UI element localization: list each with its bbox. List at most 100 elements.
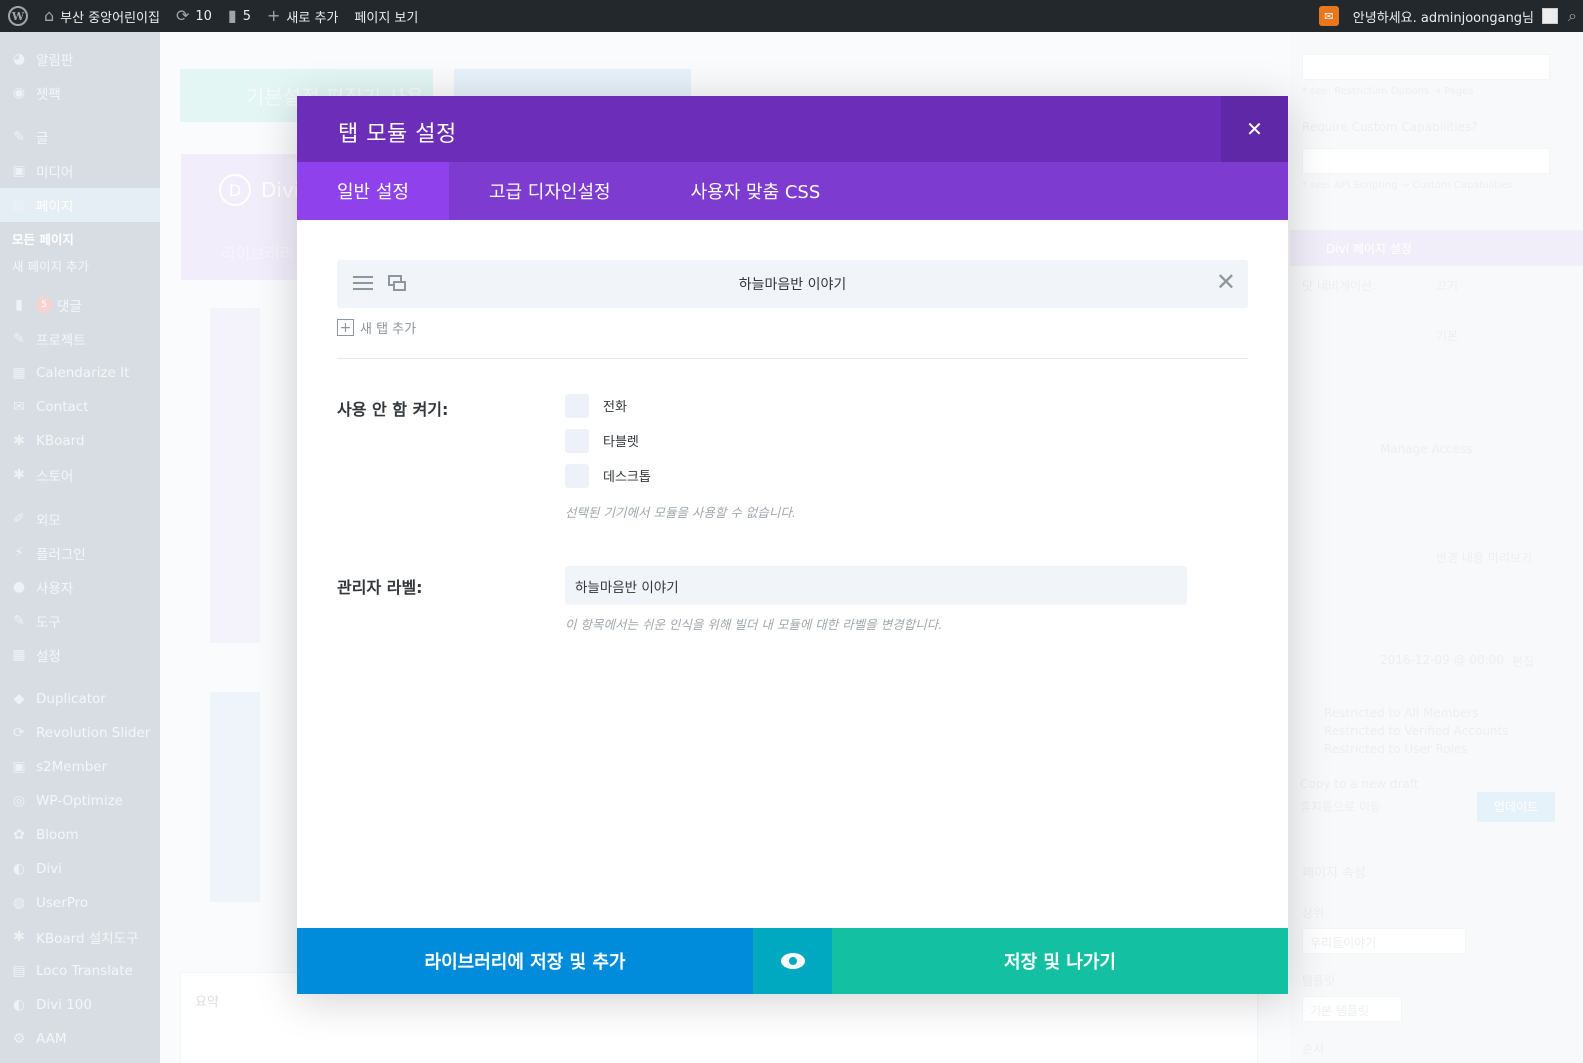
- user-icon: ●: [12, 579, 26, 595]
- brush-icon: ✐: [13, 511, 25, 527]
- sidebar-item-settings[interactable]: ▦ 설정: [0, 638, 160, 672]
- disable-on-options: 전화 타블렛 데스크톱: [565, 388, 651, 493]
- sidebar-item-calendarize[interactable]: ▦ Calendarize It: [0, 356, 160, 390]
- userpro-icon: ◍: [12, 895, 26, 911]
- tablet-checkbox[interactable]: [565, 428, 589, 453]
- sidebar-item-label: KBoard 설치도구: [36, 931, 139, 947]
- sidebar-item-posts[interactable]: ✎ 글: [0, 120, 160, 154]
- modal-header: 탭 모듈 설정 ✕: [297, 96, 1288, 162]
- calendar-icon: ▦: [12, 365, 26, 381]
- updates-icon: ⟳: [175, 6, 190, 25]
- tablet-label: 타블렛: [603, 435, 639, 450]
- add-tab-button[interactable]: + 새 탭 추가: [337, 318, 416, 337]
- submenu-add-page[interactable]: 새 페이지 추가: [12, 253, 160, 280]
- sidebar-item-jetpack[interactable]: ◉ 젯팩: [0, 76, 160, 110]
- sidebar-item-label: AAM: [36, 1031, 67, 1047]
- modal-title: 탭 모듈 설정: [338, 122, 457, 147]
- notification-icon[interactable]: ✉: [1318, 6, 1339, 26]
- preview-button[interactable]: [753, 928, 832, 994]
- tab-item-label: 하늘마음반 이야기: [738, 277, 847, 293]
- comments-badge: 5: [36, 297, 52, 313]
- phone-checkbox[interactable]: [565, 393, 589, 418]
- close-button[interactable]: ✕: [1221, 96, 1288, 162]
- mail-icon: ✉: [13, 399, 25, 415]
- sidebar-item-label: Revolution Slider: [36, 725, 151, 741]
- sidebar-item-label: Calendarize It: [36, 365, 130, 381]
- new-content-link[interactable]: + 새로 추가: [259, 0, 346, 32]
- sidebar-item-aam[interactable]: ⚙ AAM: [0, 1022, 160, 1056]
- wordpress-menu[interactable]: W: [0, 0, 36, 32]
- sidebar-item-label: Contact: [36, 399, 89, 415]
- comments-link[interactable]: ▮ 5: [220, 0, 259, 32]
- plus-icon: +: [267, 6, 281, 25]
- delete-tab-icon[interactable]: ✕: [1216, 270, 1236, 294]
- sidebar-item-s2member[interactable]: ▣ s2Member: [0, 750, 160, 784]
- disable-phone-option[interactable]: 전화: [565, 388, 651, 423]
- updates-count: 10: [195, 8, 212, 24]
- sidebar-item-tools[interactable]: ✎ 도구: [0, 604, 160, 638]
- disable-tablet-option[interactable]: 타블렛: [565, 423, 651, 458]
- desktop-checkbox[interactable]: [565, 463, 589, 488]
- sidebar-item-label: 도구: [36, 615, 61, 631]
- site-name-link[interactable]: ⌂ 부산 중앙어린이집: [36, 0, 168, 32]
- sidebar-item-kboard-installer[interactable]: ✱ KBoard 설치도구: [0, 920, 160, 954]
- divi-icon: ◐: [12, 861, 26, 877]
- sidebar-item-plugins[interactable]: ⚡ 플러그인: [0, 536, 160, 570]
- sidebar-item-wp-optimize[interactable]: ◎ WP-Optimize: [0, 784, 160, 818]
- sidebar-item-media[interactable]: ▣ 미디어: [0, 154, 160, 188]
- sidebar-item-appearance[interactable]: ✐ 외모: [0, 502, 160, 536]
- tab-general-settings[interactable]: 일반 설정: [297, 162, 449, 220]
- sidebar-item-label: 사용자: [36, 581, 74, 597]
- sidebar-item-comments[interactable]: ▮ 5 댓글: [0, 288, 160, 322]
- jetpack-icon: ◉: [12, 85, 26, 101]
- sidebar-item-loco-translate[interactable]: ▤ Loco Translate: [0, 954, 160, 988]
- view-page-label: 페이지 보기: [354, 10, 419, 26]
- pin-icon: ✎: [13, 331, 25, 347]
- save-and-exit-button[interactable]: 저장 및 나가기: [832, 928, 1288, 994]
- admin-label-input[interactable]: [565, 566, 1187, 605]
- tab-advanced-design[interactable]: 고급 디자인설정: [449, 162, 651, 220]
- sidebar-item-pages[interactable]: ▤ 페이지: [0, 188, 160, 222]
- sidebar-item-divi[interactable]: ◐ Divi: [0, 852, 160, 886]
- aam-icon: ⚙: [12, 1031, 26, 1047]
- pin-icon: ✎: [13, 129, 25, 145]
- view-page-link[interactable]: 페이지 보기: [346, 0, 426, 32]
- store-icon: ✱: [13, 467, 25, 483]
- tab-custom-css[interactable]: 사용자 맞춤 CSS: [651, 162, 861, 220]
- user-greeting[interactable]: 안녕하세요. adminjoongang님: [1353, 7, 1534, 26]
- sidebar-item-divi-100[interactable]: ◐ Divi 100: [0, 988, 160, 1022]
- submenu-all-pages[interactable]: 모든 페이지: [12, 226, 160, 253]
- wrench-icon: ✎: [13, 613, 25, 629]
- disable-desktop-option[interactable]: 데스크톱: [565, 458, 651, 493]
- site-name: 부산 중앙어린이집: [60, 10, 160, 26]
- sidebar-item-kboard[interactable]: ✱ KBoard: [0, 424, 160, 458]
- save-to-library-button[interactable]: 라이브러리에 저장 및 추가: [297, 928, 753, 994]
- sidebar-item-label: KBoard: [36, 433, 85, 449]
- search-icon[interactable]: ⌕: [1568, 8, 1577, 24]
- sidebar-item-projects[interactable]: ✎ 프로젝트: [0, 322, 160, 356]
- avatar[interactable]: [1542, 8, 1559, 24]
- plugin-icon: ⚡: [14, 545, 24, 561]
- comments-count: 5: [242, 8, 252, 24]
- tab-item-row[interactable]: 하늘마음반 이야기 ✕: [337, 260, 1248, 308]
- sidebar-item-label: 스토어: [36, 469, 74, 485]
- sidebar-item-dashboard[interactable]: ◕ 알림판: [0, 42, 160, 76]
- sidebar-item-store[interactable]: ✱ 스토어: [0, 458, 160, 492]
- tab-module-settings-modal: 탭 모듈 설정 ✕ 일반 설정 고급 디자인설정 사용자 맞춤 CSS 하늘마음…: [297, 96, 1288, 994]
- sidebar-item-duplicator[interactable]: ◆ Duplicator: [0, 682, 160, 716]
- sidebar-item-contact[interactable]: ✉ Contact: [0, 390, 160, 424]
- sidebar-item-userpro[interactable]: ◍ UserPro: [0, 886, 160, 920]
- sidebar-item-label: s2Member: [36, 759, 108, 775]
- sidebar-item-revolution-slider[interactable]: ⟳ Revolution Slider: [0, 716, 160, 750]
- sidebar-item-label: 플러그인: [36, 547, 86, 563]
- sidebar-item-label: 프로젝트: [36, 333, 86, 349]
- wordpress-logo-icon: W: [8, 6, 28, 26]
- admin-label-label: 관리자 라벨:: [337, 578, 423, 597]
- sidebar-item-label: 미디어: [36, 165, 74, 181]
- kboard-icon: ✱: [13, 929, 25, 945]
- sidebar-item-bloom[interactable]: ✿ Bloom: [0, 818, 160, 852]
- admin-bar: W ⌂ 부산 중앙어린이집 ⟳ 10 ▮ 5 + 새로 추가 페이지 보기 ✉ 안녕하세…: [0, 0, 1583, 32]
- sidebar-item-users[interactable]: ● 사용자: [0, 570, 160, 604]
- updates-link[interactable]: ⟳ 10: [168, 0, 220, 32]
- divi-icon: ◐: [12, 997, 26, 1013]
